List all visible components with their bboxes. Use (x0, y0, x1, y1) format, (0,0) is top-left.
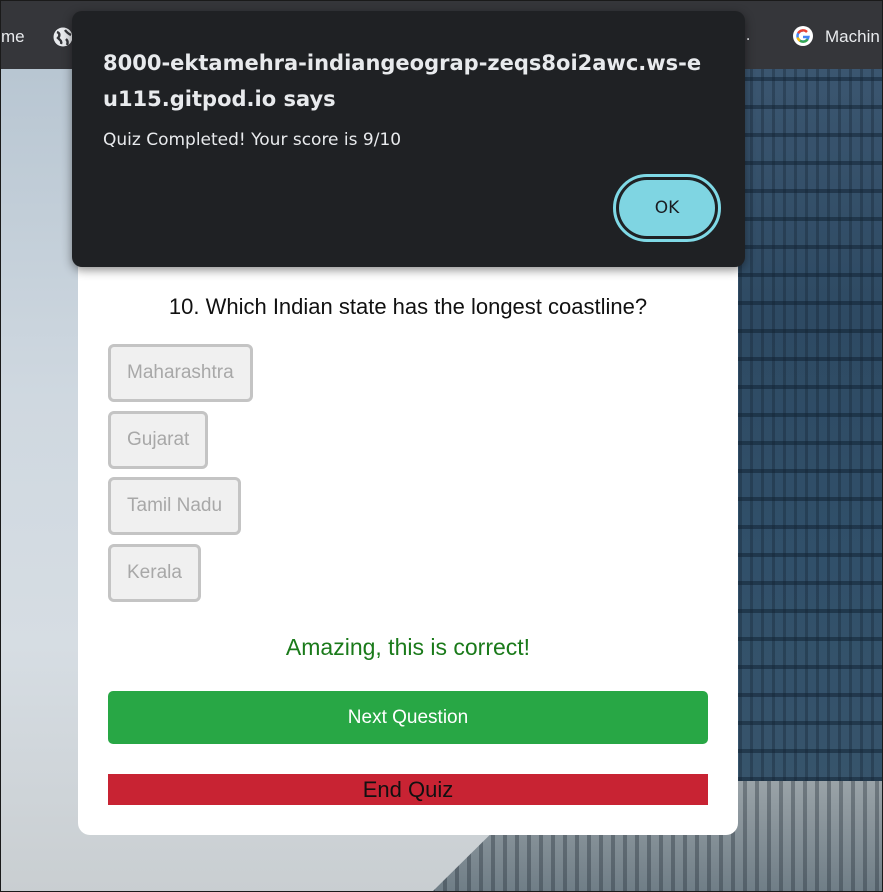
google-icon[interactable] (792, 25, 814, 47)
ok-button-focus-ring: OK (613, 174, 721, 242)
option-gujarat[interactable]: Gujarat (108, 411, 209, 469)
option-tamil-nadu[interactable]: Tamil Nadu (108, 477, 242, 535)
globe-icon[interactable] (52, 26, 74, 48)
end-quiz-button[interactable]: End Quiz (108, 774, 708, 805)
bookmark-item-machine[interactable]: Machin (825, 27, 880, 47)
dialog-message: Quiz Completed! Your score is 9/10 (103, 130, 402, 150)
question-text: 10. Which Indian state has the longest c… (168, 294, 648, 319)
alert-dialog: 8000-ektamehra-indiangeograp-zeqs8oi2awc… (72, 11, 745, 267)
dialog-title: 8000-ektamehra-indiangeograp-zeqs8oi2awc… (103, 51, 702, 111)
feedback-message: Amazing, this is correct! (285, 634, 531, 660)
option-kerala[interactable]: Kerala (108, 544, 201, 602)
bookmark-item-home[interactable]: me (1, 27, 25, 47)
ok-button[interactable]: OK (619, 180, 715, 236)
browser-viewport: me .. Machin 10. Which Indian state has … (0, 0, 883, 892)
quiz-card: 10. Which Indian state has the longest c… (78, 231, 738, 835)
next-question-button[interactable]: Next Question (108, 691, 708, 744)
option-maharashtra[interactable]: Maharashtra (108, 344, 253, 402)
